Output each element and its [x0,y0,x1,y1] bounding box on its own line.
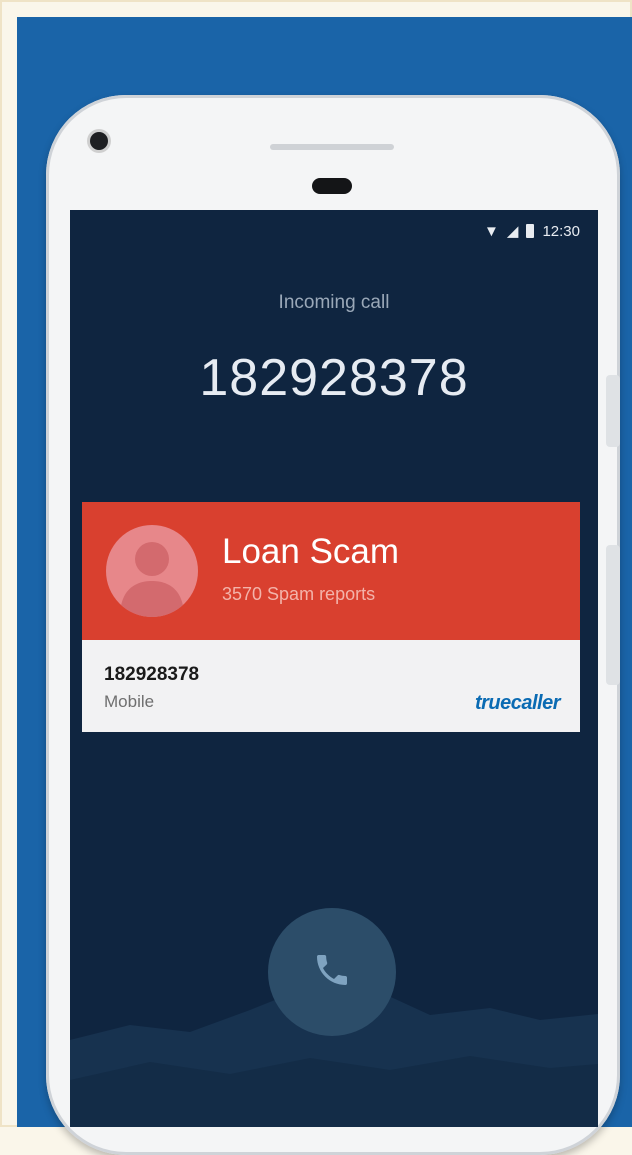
truecaller-logo: truecaller [474,692,561,714]
signal-icon: ◢ [506,223,519,240]
caller-info-type: Mobile [104,692,155,711]
phone-screen: ▼ ◢ 12:30 Incoming call 182928378 Loan S… [70,210,598,1127]
status-bar: ▼ ◢ 12:30 [484,222,580,241]
spam-title: Loan Scam [222,532,400,571]
person-avatar-icon [106,525,198,617]
front-camera [90,132,108,150]
earpiece-speaker [270,144,394,150]
spam-report-count: 3570 Spam reports [222,584,376,604]
spam-alert-card[interactable]: Loan Scam 3570 Spam reports [82,502,580,640]
battery-icon [526,224,535,238]
status-time: 12:30 [542,222,580,240]
caller-info-number: 182928378 [104,664,200,685]
incoming-call-label: Incoming call [278,292,390,313]
caller-info-card[interactable]: 182928378 Mobile truecaller [82,640,580,732]
caller-number: 182928378 [199,349,469,407]
wifi-icon: ▼ [484,222,499,240]
power-button [606,545,620,685]
answer-call-button[interactable] [268,908,396,1036]
phone-icon [312,950,352,995]
proximity-sensor [312,178,352,194]
volume-button [606,375,620,447]
